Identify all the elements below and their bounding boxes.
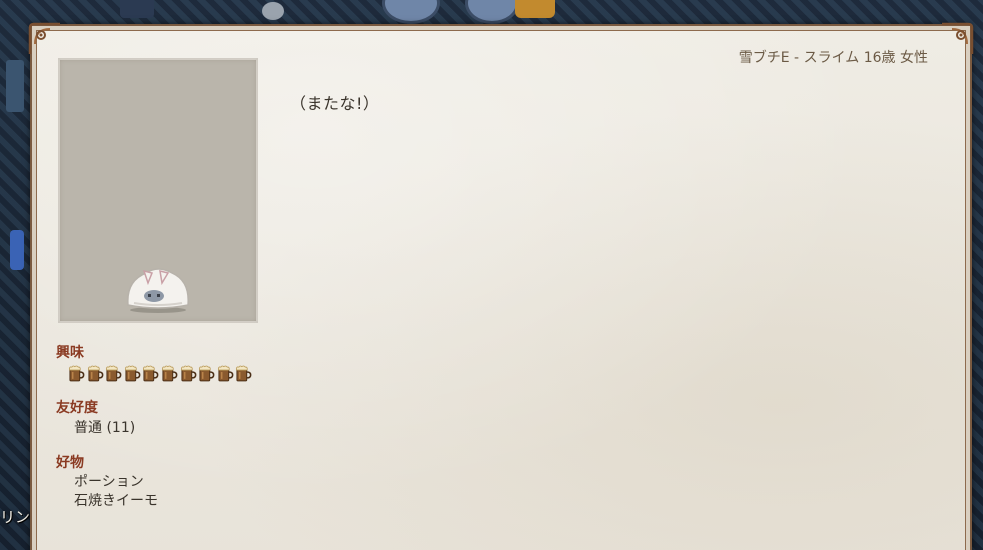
snow-slime-sprite <box>127 268 189 313</box>
favorite-item: ポーション <box>74 474 144 490</box>
beer-mug-icon <box>87 365 104 382</box>
crystal-ball-prop <box>465 0 519 24</box>
beer-mug-icon <box>106 365 122 382</box>
npc-sprite <box>10 230 24 270</box>
beer-mug-icon <box>236 365 252 382</box>
beer-mug-icon <box>199 365 215 382</box>
friendship-value: 普通 (11) <box>74 420 136 436</box>
character-header: 雪ブチE - スライム 16歳 女性 <box>738 50 928 66</box>
beer-mug-icon <box>180 365 196 382</box>
beer-mug-icon <box>217 365 234 382</box>
dialogue-text: （またな!） <box>290 94 380 113</box>
beer-mug-icon <box>161 365 178 382</box>
character-info-panel: 雪ブチE - スライム 16歳 女性 （またな!） 興味 友好度 普通 (11)… <box>28 22 974 550</box>
interest-label: 興味 <box>56 345 84 361</box>
beer-mug-icon <box>124 365 141 382</box>
shelf-prop <box>120 0 154 18</box>
friendship-label: 友好度 <box>56 400 98 416</box>
beer-mug-icon <box>68 365 85 382</box>
brazier-prop <box>515 0 555 18</box>
corner-ornament-icon <box>28 22 60 54</box>
favorites-label: 好物 <box>56 455 84 471</box>
character-portrait <box>58 58 258 323</box>
interest-meter <box>67 364 253 382</box>
clock-prop <box>262 2 284 20</box>
beer-mug-icon <box>143 365 159 382</box>
favorite-item: 石焼きイーモ <box>74 493 158 509</box>
crystal-ball-prop <box>382 0 440 24</box>
npc-name-label: リン <box>0 508 31 526</box>
corner-ornament-icon <box>942 22 974 54</box>
bookshelf-prop <box>6 60 24 112</box>
